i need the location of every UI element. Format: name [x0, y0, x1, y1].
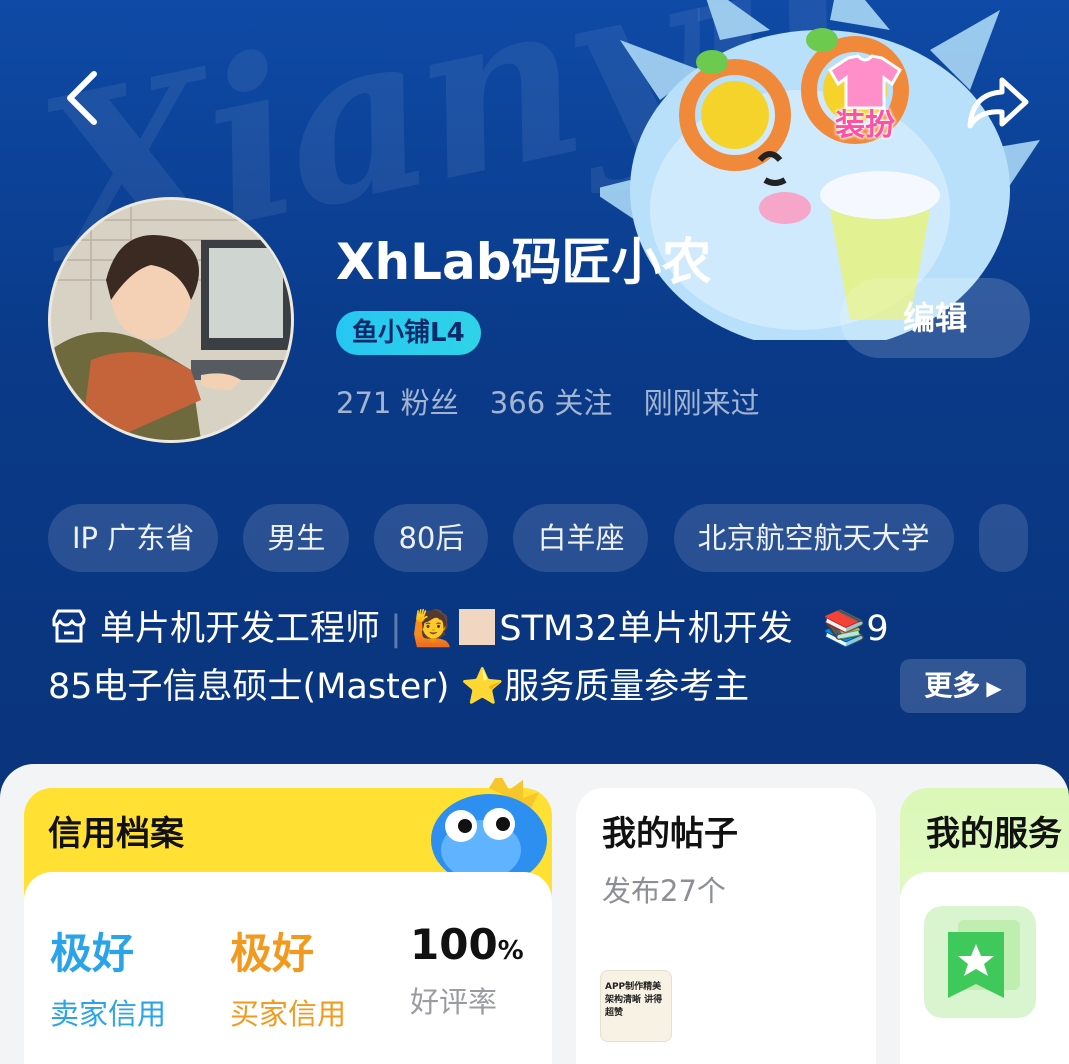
profile-header: Xianyu 装扮 XhLab码匠小农 鱼小铺L4 编辑 271 粉丝 366 … [0, 0, 1069, 800]
positive-rate-label: 好评率 [410, 985, 498, 1019]
profile-cards-sheet: 信用档案 极好 卖家信用 极好 买家信用 100% 好评率 我的帖子 发布27个 [0, 764, 1069, 1064]
bio-line-1: 单片机开发工程师 | 🙋 STM32单片机开发 📚9 [48, 600, 1028, 658]
seller-credit-label: 卖家信用 [50, 997, 167, 1031]
credit-card-title: 信用档案 [48, 814, 184, 854]
bio-line-2: 85电子信息硕士(Master) ⭐服务质量参考主 [48, 667, 750, 707]
positive-rate-unit: % [497, 936, 524, 966]
bio-skin-swatch [459, 609, 496, 645]
username: XhLab码匠小农 [336, 233, 712, 291]
bio-more-label: 更多 [924, 669, 981, 702]
tag-gender: 男生 [243, 504, 350, 572]
seller-credit-value: 极好 [50, 929, 135, 978]
seller-credit: 极好 卖家信用 [50, 920, 166, 1033]
tag-school: 北京航空航天大学 [673, 504, 954, 572]
bio-stm32-text: STM32单片机开发 [499, 609, 793, 649]
back-arrow-icon[interactable] [58, 68, 118, 128]
post-thumbnail[interactable]: APP制作精美 架构清晰 讲得超赞 [600, 970, 672, 1042]
my-posts-title: 我的帖子 [602, 814, 738, 854]
shop-level-badge[interactable]: 鱼小铺L4 [336, 311, 481, 355]
dress-up-button[interactable]: 装扮 [820, 52, 910, 143]
bio-more-button[interactable]: 更多 ▶ [900, 659, 1026, 713]
last-seen-status: 刚刚来过 [643, 386, 760, 420]
tag-ip-location: IP 广东省 [48, 504, 219, 572]
my-services-title: 我的服务 [926, 814, 1062, 854]
bio-separator: | [390, 609, 402, 649]
my-posts-card[interactable]: 我的帖子 发布27个 APP制作精美 架构清晰 讲得超赞 [576, 788, 876, 1064]
profile-tags: IP 广东省 男生 80后 白羊座 北京航空航天大学 [48, 504, 1048, 572]
tag-zodiac: 白羊座 [513, 504, 649, 572]
positive-rate: 100% 好评率 [410, 920, 524, 1021]
service-thumbnail[interactable] [924, 906, 1036, 1018]
bio-emoji-raise-hand: 🙋 [411, 609, 456, 649]
followers-count[interactable]: 271 粉丝 [336, 386, 459, 420]
avatar-illustration [51, 200, 291, 440]
tag-age-group: 80后 [374, 504, 489, 572]
buyer-credit-label: 买家信用 [230, 997, 347, 1031]
buyer-credit: 极好 买家信用 [230, 920, 346, 1033]
my-services-body [900, 872, 1069, 1064]
caret-right-icon: ▶ [986, 676, 1002, 700]
my-services-card[interactable]: 我的服务 [900, 788, 1069, 1064]
my-posts-count: 发布27个 [602, 874, 726, 908]
credit-card-body: 极好 卖家信用 极好 买家信用 100% 好评率 [24, 872, 552, 1064]
following-count[interactable]: 366 关注 [490, 386, 613, 420]
tag-more [978, 504, 1028, 572]
profile-stats: 271 粉丝 366 关注 刚刚来过 [336, 380, 782, 422]
profile-bio: 单片机开发工程师 | 🙋 STM32单片机开发 📚9 85电子信息硕士(Master) … [48, 600, 1028, 716]
share-icon[interactable] [962, 72, 1032, 132]
bio-books-text: 📚9 [822, 609, 889, 649]
positive-rate-number: 100 [410, 920, 498, 969]
dress-up-label: 装扮 [835, 108, 895, 143]
shop-icon [52, 609, 86, 643]
edit-profile-button[interactable]: 编辑 [840, 278, 1030, 358]
bio-occupation: 单片机开发工程师 [100, 609, 381, 649]
star-bookmark-icon [948, 920, 1020, 998]
avatar[interactable] [48, 197, 294, 443]
positive-rate-value: 100% [410, 920, 524, 969]
credit-profile-card[interactable]: 信用档案 极好 卖家信用 极好 买家信用 100% 好评率 [24, 778, 552, 1064]
buyer-credit-value: 极好 [230, 929, 315, 978]
